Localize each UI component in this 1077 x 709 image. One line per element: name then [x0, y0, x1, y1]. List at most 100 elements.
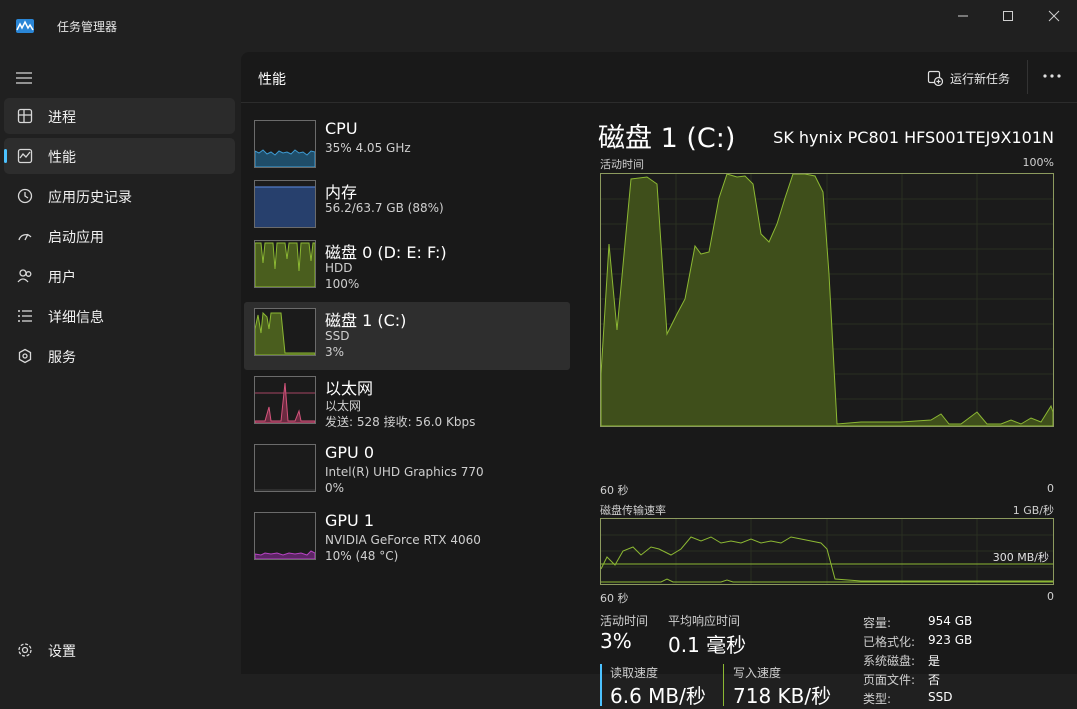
- read-speed-label: 读取速度: [610, 666, 659, 680]
- device-name: 以太网: [325, 379, 374, 398]
- device-item-cpu[interactable]: CPU 35% 4.05 GHz: [244, 114, 570, 182]
- window-title: 任务管理器: [57, 20, 118, 34]
- type-label: 类型:: [863, 692, 892, 706]
- device-usage: 0%: [325, 481, 345, 495]
- transfer-x-left: 60 秒: [600, 592, 629, 605]
- avg-response-label: 平均响应时间: [668, 614, 741, 628]
- device-name: 内存: [325, 183, 358, 202]
- capacity-value: 954 GB: [928, 614, 973, 628]
- memory-thumbnail-graph: [254, 180, 316, 228]
- title-bar: 任务管理器: [0, 0, 1077, 52]
- ethernet-thumbnail-graph: [254, 376, 316, 424]
- sidebar-item-label: 服务: [48, 350, 76, 366]
- sidebar-item-startup-apps[interactable]: 启动应用: [4, 218, 235, 254]
- main-panel: 性能 运行新任务 CPU 35% 4.05 GHz 内存 56.2/63.7 G…: [241, 52, 1077, 708]
- sidebar-item-app-history[interactable]: 应用历史记录: [4, 178, 235, 214]
- run-task-icon: [927, 70, 943, 86]
- task-manager-app-icon: [16, 18, 34, 33]
- sidebar-item-label: 详细信息: [48, 310, 104, 326]
- device-name: 磁盘 0 (D: E: F:): [325, 243, 447, 262]
- gpu1-thumbnail-graph: [254, 512, 316, 560]
- write-speed-label: 写入速度: [733, 666, 782, 680]
- processes-icon: [16, 107, 34, 125]
- startup-apps-icon: [16, 227, 34, 245]
- device-name: GPU 0: [325, 443, 375, 462]
- cpu-thumbnail-graph: [254, 120, 316, 168]
- avg-response-value: 0.1 毫秒: [668, 633, 747, 657]
- sidebar-item-label: 进程: [48, 110, 76, 126]
- write-speed-indicator: [723, 664, 724, 706]
- device-usage: 3%: [325, 345, 345, 359]
- minimize-button[interactable]: [940, 6, 986, 26]
- device-item-disk-1[interactable]: 磁盘 1 (C:) SSD 3%: [244, 302, 570, 370]
- close-button[interactable]: [1031, 6, 1077, 26]
- capacity-label: 容量:: [863, 616, 892, 630]
- device-detail: SSD: [325, 329, 350, 343]
- device-detail: 35% 4.05 GHz: [325, 141, 411, 155]
- device-detail: Intel(R) UHD Graphics 770: [325, 465, 484, 479]
- performance-icon: [16, 147, 34, 165]
- type-value: SSD: [928, 690, 953, 704]
- active-time-label: 活动时间: [600, 614, 649, 628]
- system-disk-label: 系统磁盘:: [863, 654, 916, 668]
- sidebar-item-label: 应用历史记录: [48, 190, 132, 206]
- active-time-x-right: 0: [1047, 482, 1054, 495]
- device-item-memory[interactable]: 内存 56.2/63.7 GB (88%): [244, 174, 570, 242]
- active-time-graph-max: 100%: [1022, 156, 1054, 169]
- device-item-ethernet[interactable]: 以太网 以太网 发送: 528 接收: 56.0 Kbps: [244, 370, 570, 438]
- transfer-graph-max: 1 GB/秒: [1012, 504, 1054, 517]
- run-task-label: 运行新任务: [950, 71, 1011, 86]
- selection-indicator: [4, 149, 7, 163]
- sidebar: 进程 性能 应用历史记录 启动应用 用户 详细信息 服务 设置: [0, 52, 241, 674]
- transfer-graph-label: 磁盘传输速率: [600, 504, 666, 517]
- sidebar-item-details[interactable]: 详细信息: [4, 298, 235, 334]
- sidebar-item-processes[interactable]: 进程: [4, 98, 235, 134]
- device-detail: NVIDIA GeForce RTX 4060: [325, 533, 481, 547]
- formatted-value: 923 GB: [928, 633, 973, 647]
- device-item-disk-0[interactable]: 磁盘 0 (D: E: F:) HDD 100%: [244, 234, 570, 302]
- maximize-button[interactable]: [985, 6, 1031, 26]
- device-detail: 以太网: [325, 399, 362, 413]
- device-detail: 56.2/63.7 GB (88%): [325, 201, 444, 215]
- transfer-marker-label: 300 MB/秒: [992, 551, 1049, 564]
- gpu0-thumbnail-graph: [254, 444, 316, 492]
- active-time-graph-label: 活动时间: [600, 158, 644, 171]
- read-speed-indicator: [600, 664, 602, 706]
- device-usage: 10% (48 °C): [325, 549, 399, 563]
- settings-label: 设置: [48, 644, 76, 660]
- details-icon: [16, 307, 34, 325]
- header-divider: [1027, 60, 1028, 94]
- device-detail: HDD: [325, 261, 353, 275]
- users-icon: [16, 267, 34, 285]
- read-speed-value: 6.6 MB/秒: [610, 684, 706, 708]
- sidebar-item-label: 用户: [48, 270, 76, 286]
- active-time-value: 3%: [600, 629, 632, 653]
- system-disk-value: 是: [928, 654, 941, 668]
- transfer-rate-graph: 300 MB/秒: [600, 518, 1054, 585]
- sidebar-item-label: 启动应用: [48, 230, 104, 246]
- disk0-thumbnail-graph: [254, 240, 316, 288]
- device-name: CPU: [325, 119, 358, 138]
- run-new-task-button[interactable]: 运行新任务: [927, 67, 1010, 89]
- sidebar-item-settings[interactable]: 设置: [4, 632, 235, 668]
- sidebar-item-performance[interactable]: 性能: [4, 138, 235, 174]
- services-icon: [16, 347, 34, 365]
- hamburger-menu-icon[interactable]: [15, 70, 33, 84]
- disk-model: SK hynix PC801 HFS001TEJ9X101N: [773, 128, 1054, 147]
- sidebar-item-users[interactable]: 用户: [4, 258, 235, 294]
- formatted-label: 已格式化:: [863, 635, 916, 649]
- disk-title: 磁盘 1 (C:): [598, 123, 736, 154]
- device-item-gpu-1[interactable]: GPU 1 NVIDIA GeForce RTX 4060 10% (48 °C…: [244, 506, 570, 574]
- write-speed-value: 718 KB/秒: [733, 684, 832, 708]
- sidebar-item-services[interactable]: 服务: [4, 338, 235, 374]
- gear-icon: [16, 641, 34, 659]
- device-usage: 100%: [325, 277, 360, 291]
- device-throughput: 发送: 528 接收: 56.0 Kbps: [325, 415, 476, 429]
- disk1-thumbnail-graph: [254, 308, 316, 356]
- device-item-gpu-0[interactable]: GPU 0 Intel(R) UHD Graphics 770 0%: [244, 438, 570, 506]
- active-time-graph: [600, 173, 1054, 427]
- page-title: 性能: [258, 72, 286, 88]
- sidebar-item-label: 性能: [48, 150, 76, 166]
- device-name: GPU 1: [325, 511, 375, 530]
- more-options-icon[interactable]: [1041, 65, 1063, 87]
